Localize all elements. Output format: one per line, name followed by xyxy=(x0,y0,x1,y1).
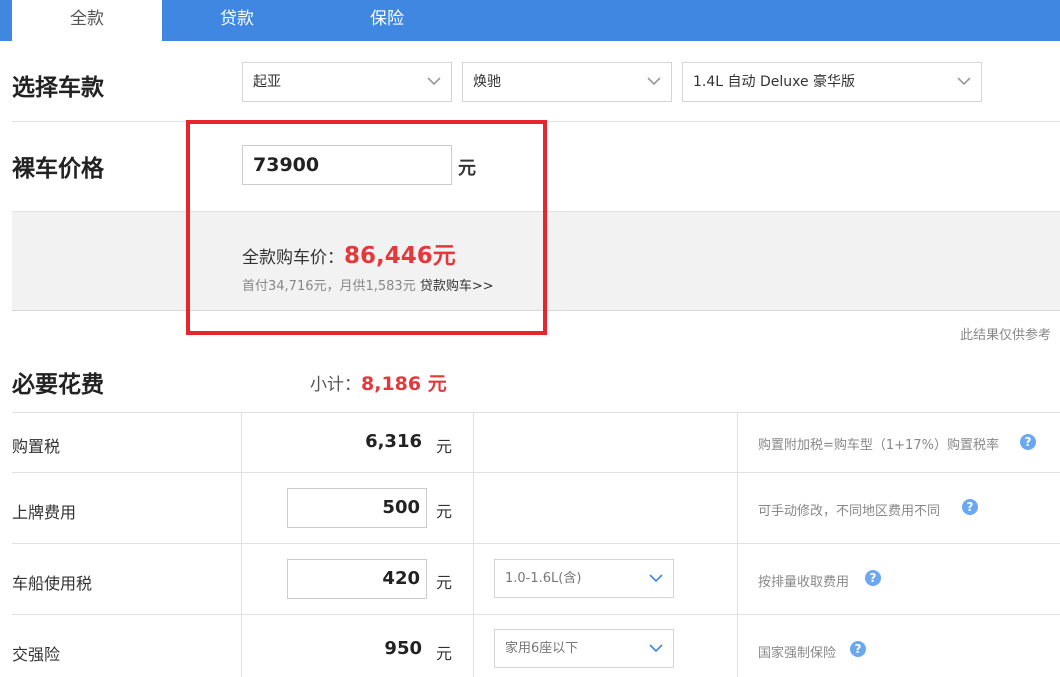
table-column-divider xyxy=(241,412,242,677)
bare-price-title: 裸车价格 xyxy=(12,156,104,182)
compulsory-insurance-label: 交强险 xyxy=(12,645,61,664)
tab-loan[interactable]: 贷款 xyxy=(162,0,312,41)
bare-price-unit: 元 xyxy=(458,158,476,179)
chevron-down-icon xyxy=(427,77,441,86)
chevron-down-icon xyxy=(649,644,663,653)
purchase-tax-unit: 元 xyxy=(436,437,453,456)
bare-price-input[interactable]: 73900 xyxy=(242,145,452,185)
table-column-divider xyxy=(737,412,738,677)
series-select-value: 焕驰 xyxy=(473,74,501,90)
vehicle-tax-input[interactable]: 420 xyxy=(287,559,427,599)
table-line xyxy=(12,472,1060,473)
subtotal: 小计：8,186 元 xyxy=(310,369,447,396)
vehicle-tax-unit: 元 xyxy=(436,573,453,592)
total-price-label: 全款购车价： xyxy=(242,248,344,268)
tab-bar: 全款 贷款 保险 xyxy=(0,0,1060,43)
seat-type-select[interactable]: 家用6座以下 xyxy=(494,629,674,668)
table-column-divider xyxy=(473,412,474,677)
model-select[interactable]: 1.4L 自动 Deluxe 豪华版 xyxy=(682,62,982,102)
chevron-down-icon xyxy=(649,574,663,583)
total-price-value: 86,446元 xyxy=(344,243,456,269)
model-select-value: 1.4L 自动 Deluxe 豪华版 xyxy=(693,74,856,90)
loan-purchase-link[interactable]: 贷款购车>> xyxy=(420,279,494,294)
select-car-title: 选择车款 xyxy=(12,75,104,101)
brand-select-value: 起亚 xyxy=(253,74,281,90)
purchase-tax-note: 购置附加税=购车型（1+17%）购置税率 xyxy=(758,438,999,453)
table-line xyxy=(12,543,1060,544)
table-line xyxy=(12,614,1060,615)
help-icon[interactable]: ? xyxy=(850,641,866,657)
purchase-tax-label: 购置税 xyxy=(12,437,61,456)
registration-fee-unit: 元 xyxy=(436,502,453,521)
subtotal-label: 小计： xyxy=(310,375,361,395)
tab-insurance[interactable]: 保险 xyxy=(312,0,462,41)
payment-summary-text: 首付34,716元，月供1,583元 xyxy=(242,279,416,294)
tab-full-payment[interactable]: 全款 xyxy=(12,0,162,43)
help-icon[interactable]: ? xyxy=(865,570,881,586)
divider xyxy=(12,121,1060,122)
help-icon[interactable]: ? xyxy=(1020,434,1036,450)
total-price-panel xyxy=(12,211,1060,311)
payment-summary: 首付34,716元，月供1,583元 贷款购车>> xyxy=(242,275,494,294)
help-icon[interactable]: ? xyxy=(962,499,978,515)
compulsory-insurance-value: 950 xyxy=(384,638,422,659)
brand-select[interactable]: 起亚 xyxy=(242,62,452,102)
vehicle-tax-note: 按排量收取费用 xyxy=(758,575,850,590)
total-price-line: 全款购车价：86,446元 xyxy=(242,236,456,270)
registration-fee-note: 可手动修改，不同地区费用不同 xyxy=(758,504,941,519)
displacement-select[interactable]: 1.0-1.6L(含) xyxy=(494,559,674,598)
subtotal-value: 8,186 元 xyxy=(361,373,447,395)
chevron-down-icon xyxy=(647,77,661,86)
purchase-tax-value: 6,316 xyxy=(365,431,422,452)
registration-fee-label: 上牌费用 xyxy=(12,503,77,522)
compulsory-insurance-note: 国家强制保险 xyxy=(758,646,837,661)
series-select[interactable]: 焕驰 xyxy=(462,62,672,102)
compulsory-insurance-unit: 元 xyxy=(436,644,453,663)
chevron-down-icon xyxy=(957,77,971,86)
seat-type-select-value: 家用6座以下 xyxy=(505,641,579,656)
table-line xyxy=(12,412,1060,413)
displacement-select-value: 1.0-1.6L(含) xyxy=(505,571,582,586)
vehicle-tax-label: 车船使用税 xyxy=(12,574,93,593)
required-costs-title: 必要花费 xyxy=(12,372,104,398)
registration-fee-input[interactable]: 500 xyxy=(287,488,427,528)
disclaimer-text: 此结果仅供参考 xyxy=(960,328,1052,343)
